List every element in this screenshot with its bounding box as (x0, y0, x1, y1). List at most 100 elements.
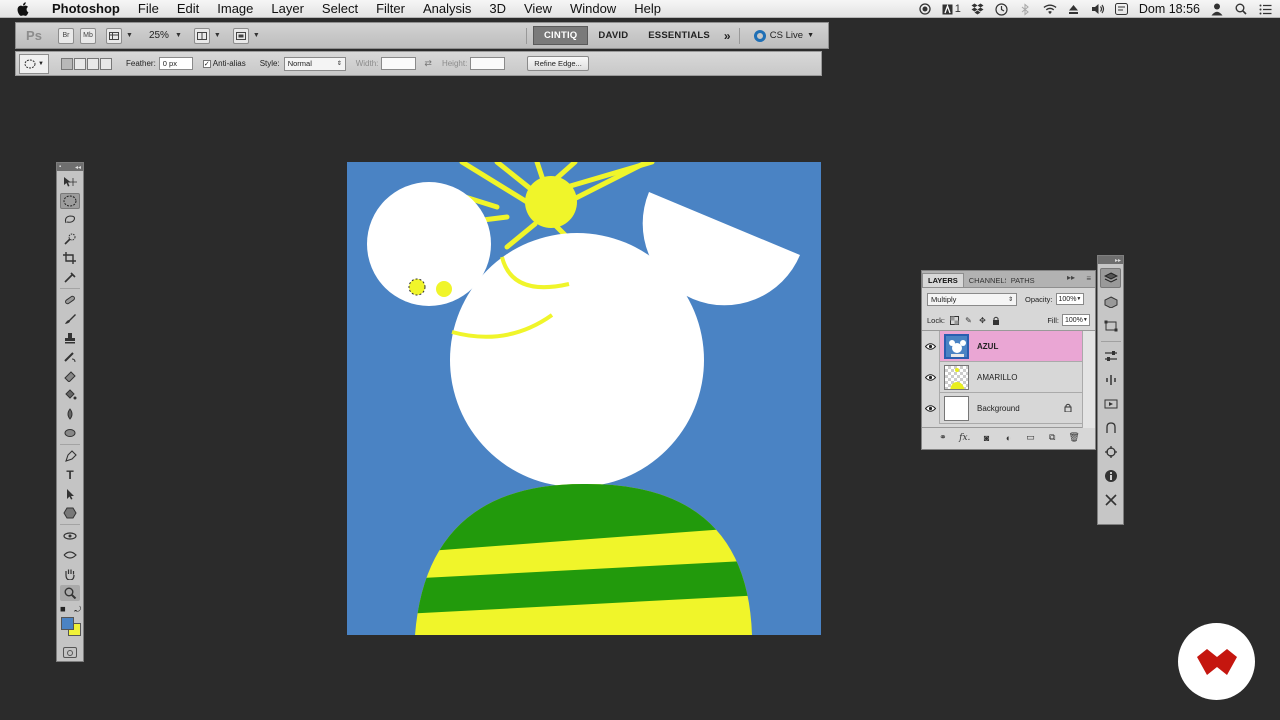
shape-tool-icon[interactable] (60, 505, 80, 521)
layer-row-background[interactable]: Background (922, 392, 1082, 424)
hand-tool-icon[interactable] (60, 566, 80, 582)
quick-mask-icon[interactable] (63, 647, 77, 658)
adobe-icon[interactable]: 1 (942, 2, 961, 16)
pen-tool-icon[interactable] (60, 448, 80, 464)
crop-tool-icon[interactable] (60, 250, 80, 266)
transform-icon[interactable] (1100, 316, 1121, 336)
swap-width-height-icon[interactable]: ⇄ (424, 58, 432, 69)
feather-input[interactable]: 0 px (158, 57, 193, 70)
brush-tool-icon[interactable] (60, 311, 80, 327)
spotlight-search-icon[interactable] (1234, 2, 1248, 16)
volume-icon[interactable] (1091, 2, 1105, 16)
lasso-tool-icon[interactable] (60, 212, 80, 228)
tab-paths[interactable]: PATHS (1006, 273, 1040, 287)
menu-image[interactable]: Image (208, 0, 262, 18)
workspace-essentials[interactable]: ESSENTIALS (638, 26, 720, 45)
eraser-tool-icon[interactable] (60, 368, 80, 384)
more-workspaces-button[interactable]: » (720, 26, 735, 45)
menu-view[interactable]: View (515, 0, 561, 18)
3d-icon[interactable] (1100, 292, 1121, 312)
new-group-icon[interactable]: ▭ (1023, 432, 1037, 443)
layer-row-amarillo[interactable]: AMARILLO (922, 361, 1082, 393)
add-to-selection-button[interactable] (74, 57, 86, 70)
new-selection-button[interactable] (61, 57, 73, 70)
eyedropper-tool-icon[interactable] (60, 269, 80, 285)
eject-icon[interactable] (1067, 2, 1081, 16)
foreground-color-swatch[interactable] (61, 617, 74, 630)
3d-rotate-tool-icon[interactable] (60, 528, 80, 544)
user-icon[interactable] (1210, 2, 1224, 16)
workspace-david[interactable]: DAVID (588, 26, 638, 45)
blend-mode-select[interactable]: Multiply ⇕ (927, 292, 1017, 306)
tools-panel-grip[interactable]: ▪ ◂◂ (57, 163, 83, 171)
launch-bridge-button[interactable]: Br (58, 27, 74, 44)
move-tool-icon[interactable] (60, 174, 80, 190)
layer-row-azul[interactable]: AZUL (922, 330, 1082, 362)
subtract-from-selection-button[interactable] (87, 57, 99, 70)
dropbox-icon[interactable] (971, 2, 985, 16)
new-layer-icon[interactable]: ⧉ (1045, 432, 1059, 443)
visibility-eye-icon[interactable] (922, 330, 940, 362)
tab-channels[interactable]: CHANNELS (964, 273, 1006, 287)
elliptical-marquee-tool-icon[interactable] (60, 193, 80, 209)
view-extras-button[interactable] (106, 27, 122, 44)
visibility-eye-icon[interactable] (922, 392, 940, 424)
collapse-panel-icon[interactable]: ▸▸ (1067, 273, 1075, 282)
bluetooth-icon[interactable] (1019, 2, 1033, 16)
menu-edit[interactable]: Edit (168, 0, 208, 18)
link-layers-icon[interactable]: ⚭ (936, 432, 950, 443)
layers-icon[interactable] (1100, 268, 1121, 288)
height-input[interactable] (470, 57, 506, 70)
default-colors-icon[interactable]: ◼ (60, 605, 66, 613)
clone-stamp-tool-icon[interactable] (60, 330, 80, 346)
menu-analysis[interactable]: Analysis (414, 0, 480, 18)
wifi-icon[interactable] (1043, 2, 1057, 16)
anti-alias-checkbox[interactable]: ✓ (202, 59, 211, 68)
visibility-eye-icon[interactable] (922, 361, 940, 393)
tool-preset-picker[interactable]: ▼ (19, 53, 49, 74)
tool-presets-icon[interactable] (1100, 490, 1121, 510)
workspace-cintiq[interactable]: CINTIQ (533, 26, 589, 45)
fill-input[interactable]: 100% ▼ (1062, 314, 1090, 326)
refine-edge-button[interactable]: Refine Edge... (527, 56, 589, 71)
menu-select[interactable]: Select (313, 0, 367, 18)
actions-icon[interactable] (1100, 394, 1121, 414)
menu-file[interactable]: File (129, 0, 168, 18)
document-canvas[interactable] (347, 162, 821, 635)
view-extras-dropdown-icon[interactable]: ▼ (126, 32, 133, 39)
history-brush-tool-icon[interactable] (60, 349, 80, 365)
width-input[interactable] (381, 57, 417, 70)
opacity-input[interactable]: 100% ▼ (1055, 293, 1084, 305)
panel-menu-icon[interactable]: ≡ (1086, 274, 1091, 283)
input-source-icon[interactable] (1115, 2, 1129, 16)
zoom-tool-icon[interactable] (60, 585, 80, 601)
navigator-icon[interactable] (1100, 442, 1121, 462)
arrange-documents-button[interactable] (193, 27, 210, 44)
arrange-dropdown-icon[interactable]: ▼ (214, 32, 221, 39)
cs-live-button[interactable]: CS Live ▼ (753, 29, 814, 42)
adjustments-icon[interactable] (1100, 346, 1121, 366)
apple-menu-icon[interactable] (15, 1, 31, 17)
3d-orbit-tool-icon[interactable] (60, 547, 80, 563)
intersect-selection-button[interactable] (100, 57, 112, 70)
zoom-dropdown-icon[interactable]: ▼ (175, 32, 182, 39)
type-tool-icon[interactable]: T (60, 467, 80, 483)
layers-scrollbar[interactable] (1082, 331, 1095, 428)
dock-grip[interactable]: ▸▸ (1098, 256, 1123, 264)
menu-help[interactable]: Help (625, 0, 670, 18)
clock[interactable]: Dom 18:56 (1139, 2, 1200, 16)
layer-style-icon[interactable]: fx. (958, 433, 972, 443)
paint-bucket-tool-icon[interactable] (60, 387, 80, 403)
screen-mode-dropdown-icon[interactable]: ▼ (253, 32, 260, 39)
menu-photoshop[interactable]: Photoshop (43, 0, 129, 18)
menu-filter[interactable]: Filter (367, 0, 414, 18)
screen-mode-button[interactable] (232, 27, 249, 44)
menu-layer[interactable]: Layer (262, 0, 313, 18)
swap-colors-icon[interactable]: ⤾ (74, 605, 81, 615)
delete-layer-icon[interactable]: 🗑 (1067, 432, 1081, 443)
lock-position-icon[interactable]: ✥ (978, 316, 987, 325)
menu-window[interactable]: Window (561, 0, 625, 18)
lock-pixels-icon[interactable]: ✎ (964, 316, 973, 325)
menu-3d[interactable]: 3D (480, 0, 515, 18)
record-icon[interactable] (918, 2, 932, 16)
